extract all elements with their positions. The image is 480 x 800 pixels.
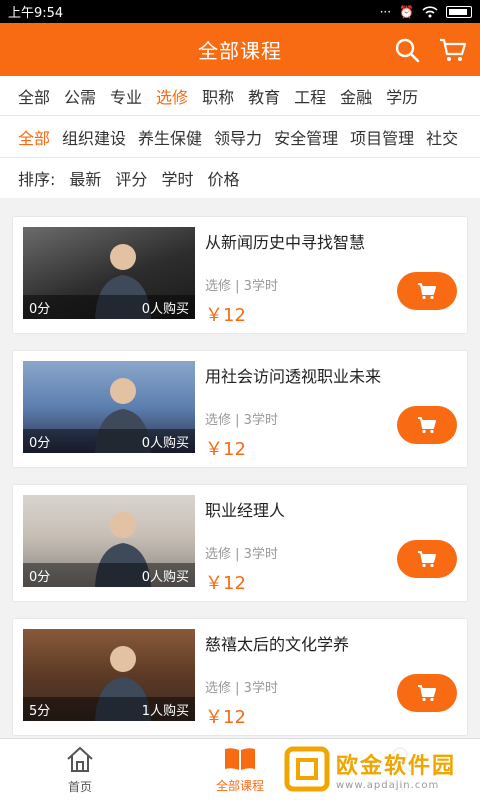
subcategory-filter-item[interactable]: 组织建设 (62, 125, 126, 149)
course-type: 选修 (205, 279, 232, 294)
watermark-url: www.apdajin.com (336, 779, 440, 791)
thumbnail-overlay: 0分 0人购买 (23, 429, 195, 453)
status-icons: ··· ⏰ (380, 5, 472, 19)
course-thumbnail[interactable]: 0分 0人购买 (23, 361, 195, 453)
course-card[interactable]: 0分 0人购买 用社会访问透视职业未来选修 | 3学时 ￥12 (12, 350, 468, 468)
subcategory-filter-item[interactable]: 安全管理 (274, 125, 338, 149)
category-filter-item[interactable]: 全部 (18, 84, 50, 108)
book-icon (223, 746, 257, 777)
tab-label: 首页 (67, 779, 92, 794)
signal-icon: ··· (379, 4, 392, 19)
add-to-cart-button[interactable] (397, 406, 457, 444)
course-title[interactable]: 职业经理人 (205, 497, 457, 521)
course-price: ￥12 (205, 573, 246, 594)
sort-bar: 排序: 最新 评分 学时 价格 (0, 158, 480, 198)
course-buyers: 1人购买 (141, 703, 189, 719)
subcategory-filter-item[interactable]: 社交 (426, 125, 458, 149)
course-price: ￥12 (205, 305, 246, 326)
watermark-text: 欧金软件园 (336, 753, 457, 779)
page-title: 全部课程 (198, 39, 282, 63)
alarm-icon: ⏰ (399, 4, 414, 19)
sort-option[interactable]: 学时 (161, 166, 193, 190)
subcategory-filter-item[interactable]: 全部 (18, 125, 50, 149)
sort-label: 排序: (18, 170, 56, 189)
course-title[interactable]: 慈禧太后的文化学养 (205, 631, 457, 655)
sort-option[interactable]: 评分 (115, 166, 147, 190)
watermark-logo-icon (284, 746, 330, 792)
course-hours: 3学时 (243, 279, 278, 294)
course-meta: 选修 | 3学时 (205, 543, 278, 562)
category-filter-item[interactable]: 公需 (64, 84, 96, 108)
subcategory-filter-item[interactable]: 领导力 (214, 125, 262, 149)
course-card[interactable]: 0分 0人购买 从新闻历史中寻找智慧选修 | 3学时 ￥12 (12, 216, 468, 334)
cart-icon (440, 38, 467, 61)
battery-icon (446, 5, 472, 18)
app-header: 全部课程 (0, 23, 480, 76)
course-type: 选修 (205, 547, 232, 562)
course-type: 选修 (205, 413, 232, 428)
course-type: 选修 (205, 681, 232, 696)
course-score: 5分 (29, 703, 51, 719)
course-hours: 3学时 (243, 681, 278, 696)
course-thumbnail[interactable]: 5分 1人购买 (23, 629, 195, 721)
thumbnail-overlay: 5分 1人购买 (23, 697, 195, 721)
category-filter-item[interactable]: 工程 (294, 84, 326, 108)
sort-option[interactable]: 最新 (69, 166, 101, 190)
course-buyers: 0人购买 (141, 569, 189, 585)
category-filter-item[interactable]: 选修 (156, 84, 188, 108)
tab-label: 全部课程 (215, 778, 264, 793)
course-list[interactable]: 0分 0人购买 从新闻历史中寻找智慧 选修 | 3学时 ￥12 0分 0人购买 用社会访问透视… (0, 198, 480, 738)
course-price: ￥12 (205, 439, 246, 460)
search-icon (395, 38, 420, 62)
cart-icon (418, 685, 436, 702)
wifi-icon (422, 5, 438, 17)
category-filter-item[interactable]: 学历 (386, 84, 418, 108)
thumbnail-overlay: 0分 0人购买 (23, 563, 195, 587)
search-button[interactable] (392, 35, 422, 65)
meta-divider: | (231, 547, 244, 562)
course-card[interactable]: 5分 1人购买 慈禧太后的文化学养选修 | 3学时 ￥12 (12, 618, 468, 736)
course-score: 0分 (29, 569, 51, 585)
course-title[interactable]: 从新闻历史中寻找智慧 (205, 229, 457, 253)
course-hours: 3学时 (243, 413, 278, 428)
course-hours: 3学时 (243, 547, 278, 562)
status-time: 上午9:54 (8, 6, 64, 21)
course-title[interactable]: 用社会访问透视职业未来 (205, 363, 457, 387)
course-card[interactable]: 0分 0人购买 职业经理人选修 | 3学时 ￥12 (12, 484, 468, 602)
category-filter-item[interactable]: 金融 (340, 84, 372, 108)
course-thumbnail[interactable]: 0分 0人购买 (23, 495, 195, 587)
meta-divider: | (231, 413, 244, 428)
course-meta: 选修 | 3学时 (205, 677, 278, 696)
course-buyers: 0人购买 (141, 435, 189, 451)
thumbnail-overlay: 0分 0人购买 (23, 295, 195, 319)
cart-button[interactable] (438, 35, 468, 65)
add-to-cart-button[interactable] (397, 674, 457, 712)
subcategory-filter: 全部 组织建设 养生保健 领导力 安全管理 项目管理 社交 (0, 116, 480, 158)
sort-option[interactable]: 价格 (207, 166, 239, 190)
meta-divider: | (231, 681, 244, 696)
course-meta: 选修 | 3学时 (205, 409, 278, 428)
cart-icon (418, 417, 436, 434)
course-thumbnail[interactable]: 0分 0人购买 (23, 227, 195, 319)
subcategory-filter-item[interactable]: 养生保健 (138, 125, 202, 149)
subcategory-filter-item[interactable]: 项目管理 (350, 125, 414, 149)
add-to-cart-button[interactable] (397, 540, 457, 578)
tab-home[interactable]: 首页 (0, 739, 160, 800)
site-watermark: 欧金软件园 www.apdajin.com (280, 740, 476, 798)
category-filter-item[interactable]: 职称 (202, 84, 234, 108)
category-filter: 全部 公需 专业 选修 职称 教育 工程 金融 学历 (0, 76, 480, 116)
course-buyers: 0人购买 (141, 301, 189, 317)
home-icon (65, 745, 95, 778)
course-score: 0分 (29, 435, 51, 451)
add-to-cart-button[interactable] (397, 272, 457, 310)
cart-icon (418, 551, 436, 568)
course-meta: 选修 | 3学时 (205, 275, 278, 294)
category-filter-item[interactable]: 专业 (110, 84, 142, 108)
cart-icon (418, 283, 436, 300)
category-filter-item[interactable]: 教育 (248, 84, 280, 108)
meta-divider: | (231, 279, 244, 294)
course-score: 0分 (29, 301, 51, 317)
course-price: ￥12 (205, 707, 246, 728)
status-bar: 上午9:54 ··· ⏰ (0, 0, 480, 23)
